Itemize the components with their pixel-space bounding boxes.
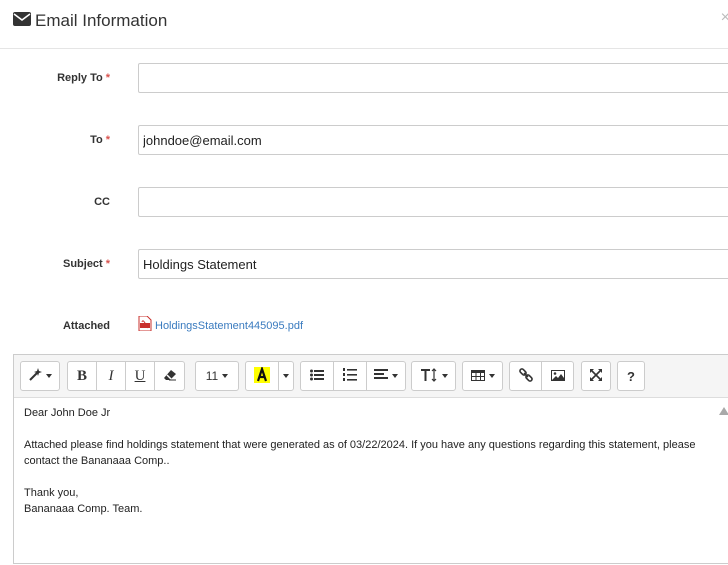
- chevron-down-icon: [441, 374, 448, 378]
- font-size-value: 11: [205, 369, 219, 383]
- table-icon: [470, 369, 485, 384]
- attachment: HoldingsStatement445095.pdf: [138, 311, 303, 341]
- chevron-down-icon: [46, 374, 52, 378]
- insert-link-button[interactable]: [509, 361, 542, 391]
- clear-format-button[interactable]: [154, 361, 185, 391]
- chevron-down-icon: [222, 374, 229, 378]
- modal-title-wrap: Email Information: [13, 11, 167, 31]
- align-left-icon: [374, 368, 388, 384]
- editor-scrollbar[interactable]: [719, 405, 728, 565]
- modal-header: Email Information ×: [0, 0, 728, 49]
- attachment-link[interactable]: HoldingsStatement445095.pdf: [155, 320, 303, 332]
- modal-title: Email Information: [35, 11, 168, 30]
- attached-label: Attached: [62, 320, 110, 332]
- scroll-up-arrow-icon[interactable]: [719, 407, 728, 415]
- to-row: To *: [0, 125, 728, 159]
- envelope-icon: [13, 11, 31, 31]
- image-icon: [550, 369, 565, 384]
- paragraph-group: [300, 361, 406, 391]
- numbered-list-icon: [343, 368, 357, 384]
- magic-wand-icon: [28, 367, 42, 385]
- font-size-group: 11: [195, 361, 239, 391]
- cc-label: CC: [94, 196, 110, 208]
- chevron-down-icon: [488, 374, 495, 378]
- required-marker: *: [105, 134, 110, 146]
- table-dropdown[interactable]: [462, 361, 503, 391]
- help-button[interactable]: ?: [617, 361, 645, 391]
- align-dropdown[interactable]: [366, 361, 406, 391]
- text-height-icon: [420, 367, 438, 385]
- unordered-list-button[interactable]: [300, 361, 334, 391]
- table-group: [462, 361, 503, 391]
- view-group: [581, 361, 611, 391]
- expand-icon: [590, 368, 602, 384]
- insert-group: [509, 361, 574, 391]
- insert-image-button[interactable]: [541, 361, 574, 391]
- reply-to-row: Reply To *: [0, 63, 728, 97]
- link-icon: [518, 367, 533, 385]
- close-icon[interactable]: ×: [721, 10, 728, 26]
- to-label: To *: [90, 134, 110, 146]
- subject-row: Subject *: [0, 249, 728, 283]
- chevron-down-icon: [392, 374, 398, 378]
- subject-label: Subject *: [62, 258, 110, 270]
- help-group: ?: [617, 361, 645, 391]
- reply-to-label: Reply To *: [57, 72, 110, 84]
- font-style-group: B I U: [67, 361, 185, 391]
- italic-button[interactable]: I: [96, 361, 126, 391]
- pdf-icon: [138, 315, 152, 336]
- color-group: [245, 361, 294, 391]
- line-height-group: [411, 361, 456, 391]
- eraser-icon: [163, 369, 177, 384]
- attached-row: Attached HoldingsStatement445095.pdf: [0, 311, 728, 345]
- line-height-dropdown[interactable]: [411, 361, 456, 391]
- bullet-list-icon: [310, 369, 324, 384]
- required-marker: *: [105, 258, 110, 270]
- cc-input[interactable]: [138, 187, 728, 217]
- font-color-icon: [254, 365, 270, 386]
- fullscreen-button[interactable]: [581, 361, 611, 391]
- editor-content[interactable]: Dear John Doe Jr Attached please find ho…: [24, 405, 704, 517]
- ordered-list-button[interactable]: [333, 361, 367, 391]
- email-signature: Bananaaa Comp. Team.: [24, 503, 143, 515]
- subject-input[interactable]: [138, 249, 728, 279]
- magic-style-button[interactable]: [20, 361, 60, 391]
- required-marker: *: [105, 72, 110, 84]
- reply-to-input[interactable]: [138, 63, 728, 93]
- chevron-down-icon: [283, 374, 289, 378]
- email-greeting: Dear John Doe Jr: [24, 407, 111, 419]
- cc-row: CC: [0, 187, 728, 221]
- email-paragraph: Attached please find holdings statement …: [24, 439, 696, 467]
- rich-text-editor: B I U 11 ? Dear John Doe Jr Attached ple…: [13, 354, 728, 564]
- font-size-dropdown[interactable]: 11: [195, 361, 239, 391]
- underline-button[interactable]: U: [125, 361, 155, 391]
- highlight-color-button[interactable]: [245, 361, 279, 391]
- bold-button[interactable]: B: [67, 361, 97, 391]
- email-closing: Thank you,: [24, 487, 79, 499]
- editor-toolbar: B I U 11 ?: [14, 355, 728, 398]
- style-group: [20, 361, 60, 391]
- color-dropdown-button[interactable]: [278, 361, 294, 391]
- to-input[interactable]: [138, 125, 728, 155]
